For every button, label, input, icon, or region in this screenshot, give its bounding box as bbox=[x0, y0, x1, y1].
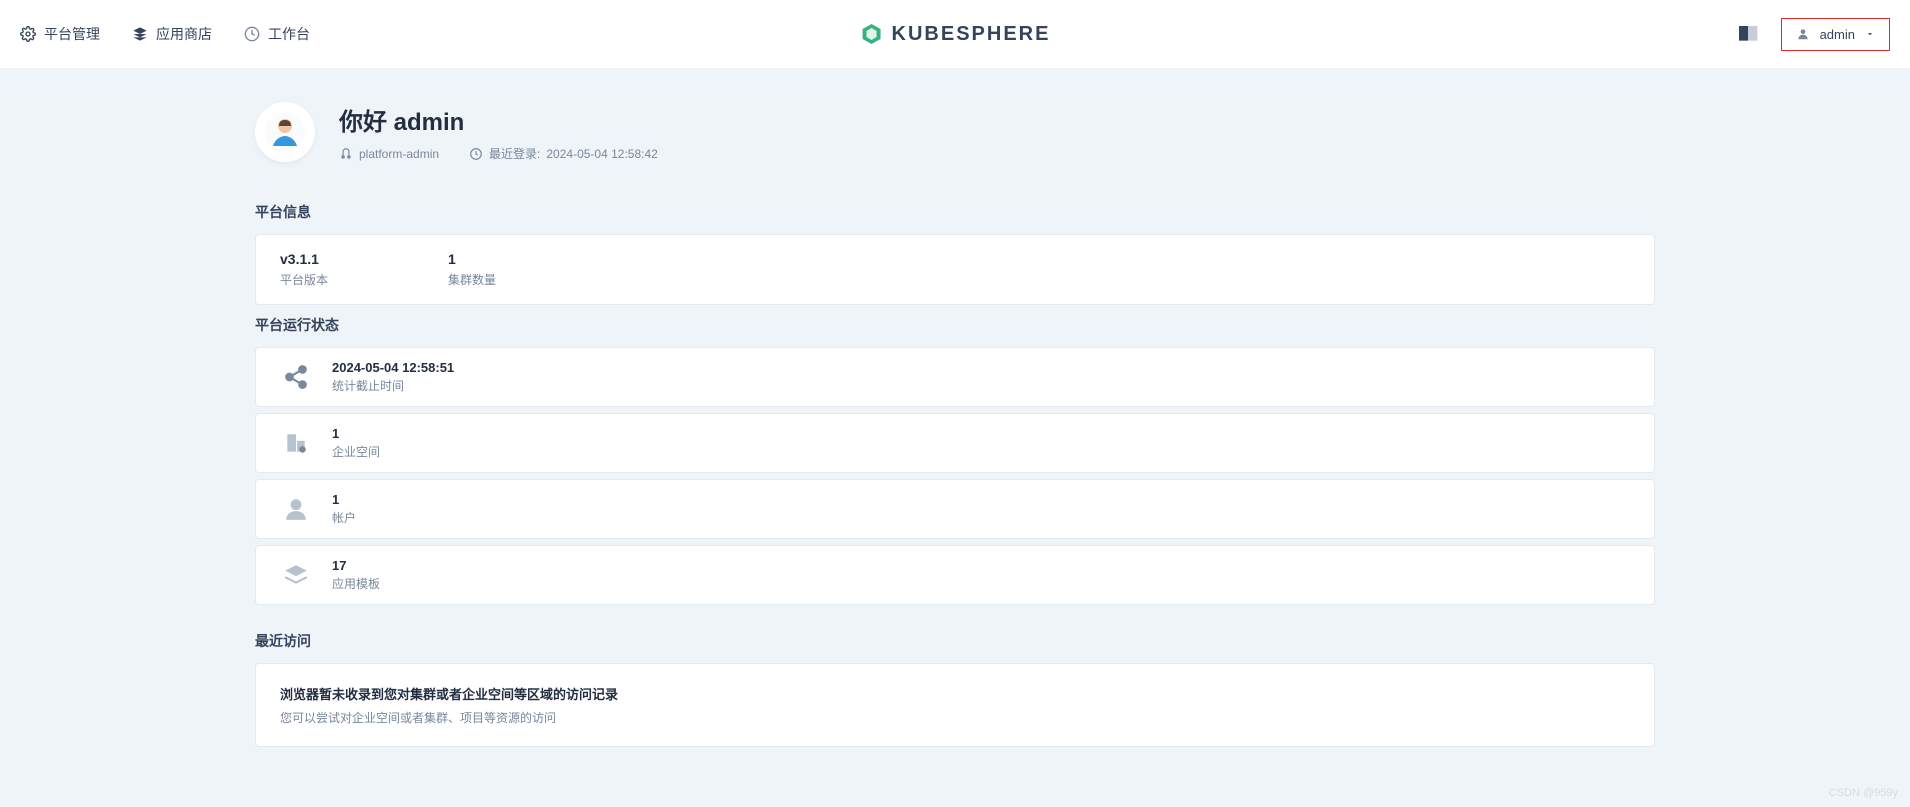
watermark: CSDN @959y bbox=[1829, 787, 1898, 799]
avatar bbox=[255, 102, 315, 162]
gear-icon bbox=[20, 26, 36, 42]
share-icon bbox=[280, 361, 312, 393]
user-name: admin bbox=[1820, 27, 1855, 42]
hero: 你好 admin platform-admin 最近登录: 2024-05-04… bbox=[255, 92, 1655, 192]
user-dropdown[interactable]: admin bbox=[1781, 18, 1890, 51]
section-platform-info-title: 平台信息 bbox=[255, 202, 1655, 222]
workspace-value: 1 bbox=[332, 426, 380, 441]
platform-version: v3.1.1 平台版本 bbox=[280, 251, 328, 288]
user-icon bbox=[1796, 27, 1810, 41]
cluster-value: 1 bbox=[448, 251, 496, 267]
section-recent-title: 最近访问 bbox=[255, 631, 1655, 651]
toggle-icon bbox=[1739, 26, 1761, 41]
template-icon bbox=[280, 559, 312, 591]
clock-icon bbox=[469, 147, 483, 161]
recent-empty-sub: 您可以尝试对企业空间或者集群、项目等资源的访问 bbox=[280, 709, 1630, 726]
status-workspace-text: 1 企业空间 bbox=[332, 426, 380, 460]
last-login-label: 最近登录: bbox=[489, 145, 540, 162]
hero-meta: platform-admin 最近登录: 2024-05-04 12:58:42 bbox=[339, 145, 658, 162]
person-icon bbox=[280, 493, 312, 525]
status-row-time[interactable]: 2024-05-04 12:58:51 统计截止时间 bbox=[255, 347, 1655, 407]
cluster-label: 集群数量 bbox=[448, 271, 496, 288]
status-time-text: 2024-05-04 12:58:51 统计截止时间 bbox=[332, 360, 454, 394]
topbar-right: admin bbox=[1739, 18, 1890, 51]
status-row-app-template[interactable]: 17 应用模板 bbox=[255, 545, 1655, 605]
topbar-left: 平台管理 应用商店 工作台 bbox=[20, 24, 310, 44]
status-template-text: 17 应用模板 bbox=[332, 558, 380, 592]
hero-text: 你好 admin platform-admin 最近登录: 2024-05-04… bbox=[339, 102, 658, 162]
main-container: 你好 admin platform-admin 最近登录: 2024-05-04… bbox=[255, 68, 1655, 807]
role-text: platform-admin bbox=[359, 147, 439, 161]
template-label: 应用模板 bbox=[332, 575, 380, 592]
stats-time-value: 2024-05-04 12:58:51 bbox=[332, 360, 454, 375]
building-icon bbox=[280, 427, 312, 459]
platform-info-card: v3.1.1 平台版本 1 集群数量 bbox=[255, 234, 1655, 305]
template-value: 17 bbox=[332, 558, 380, 573]
role-icon bbox=[339, 147, 353, 161]
layers-icon bbox=[132, 26, 148, 42]
greeting: 你好 admin bbox=[339, 102, 658, 137]
status-row-account[interactable]: 1 帐户 bbox=[255, 479, 1655, 539]
nav-appstore-label: 应用商店 bbox=[156, 24, 212, 44]
avatar-icon bbox=[265, 112, 305, 152]
user-role: platform-admin bbox=[339, 147, 439, 161]
status-account-text: 1 帐户 bbox=[332, 492, 356, 526]
brand[interactable]: KUBESPHERE bbox=[860, 22, 1051, 46]
version-label: 平台版本 bbox=[280, 271, 328, 288]
stats-time-label: 统计截止时间 bbox=[332, 377, 454, 394]
theme-toggle[interactable] bbox=[1739, 26, 1761, 42]
recent-card: 浏览器暂未收录到您对集群或者企业空间等区域的访问记录 您可以尝试对企业空间或者集… bbox=[255, 663, 1655, 747]
recent-empty-title: 浏览器暂未收录到您对集群或者企业空间等区域的访问记录 bbox=[280, 684, 1630, 703]
account-value: 1 bbox=[332, 492, 356, 507]
last-login-time: 2024-05-04 12:58:42 bbox=[546, 147, 657, 161]
cluster-count: 1 集群数量 bbox=[448, 251, 496, 288]
chevron-down-icon bbox=[1865, 29, 1875, 39]
account-label: 帐户 bbox=[332, 509, 356, 526]
dashboard-icon bbox=[244, 26, 260, 42]
version-value: v3.1.1 bbox=[280, 251, 328, 267]
nav-workbench[interactable]: 工作台 bbox=[244, 24, 310, 44]
brand-text: KUBESPHERE bbox=[892, 23, 1051, 46]
nav-platform-management[interactable]: 平台管理 bbox=[20, 24, 100, 44]
section-platform-status-title: 平台运行状态 bbox=[255, 315, 1655, 335]
kubesphere-logo-icon bbox=[860, 22, 884, 46]
nav-workbench-label: 工作台 bbox=[268, 24, 310, 44]
workspace-label: 企业空间 bbox=[332, 443, 380, 460]
topbar: 平台管理 应用商店 工作台 KUBESPHERE admin bbox=[0, 0, 1910, 68]
nav-platform-label: 平台管理 bbox=[44, 24, 100, 44]
status-row-workspace[interactable]: 1 企业空间 bbox=[255, 413, 1655, 473]
last-login: 最近登录: 2024-05-04 12:58:42 bbox=[469, 145, 658, 162]
nav-app-store[interactable]: 应用商店 bbox=[132, 24, 212, 44]
